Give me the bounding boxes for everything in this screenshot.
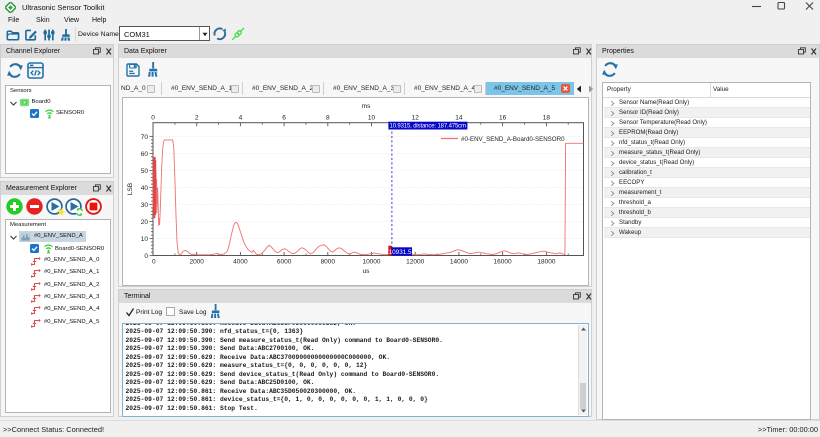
svg-text:12000: 12000 (406, 259, 424, 266)
svg-text:6: 6 (282, 115, 286, 122)
svg-text:18: 18 (543, 115, 551, 122)
svg-text:18000: 18000 (537, 259, 555, 266)
svg-text:ms: ms (362, 103, 371, 110)
svg-text:16: 16 (499, 115, 507, 122)
svg-text:10000: 10000 (362, 259, 380, 266)
svg-text:16000: 16000 (494, 259, 512, 266)
svg-text:4000: 4000 (233, 259, 248, 266)
svg-text:12: 12 (412, 115, 420, 122)
svg-text:10.9315, distance: 187.475cm: 10.9315, distance: 187.475cm (390, 124, 467, 130)
svg-text:us: us (363, 268, 371, 275)
svg-text:14: 14 (455, 115, 463, 122)
svg-text:4: 4 (239, 115, 243, 122)
svg-text:60: 60 (141, 151, 149, 158)
svg-text:8000: 8000 (321, 259, 336, 266)
svg-text:LSB: LSB (127, 183, 134, 195)
svg-text:10: 10 (141, 236, 149, 243)
svg-text:14000: 14000 (450, 259, 468, 266)
svg-text:40: 40 (141, 185, 149, 192)
svg-text:10931.5: 10931.5 (389, 249, 412, 256)
svg-text:70: 70 (141, 134, 149, 141)
svg-text:6000: 6000 (277, 259, 292, 266)
svg-text:30: 30 (141, 202, 149, 209)
svg-text:10: 10 (368, 115, 376, 122)
svg-text:50: 50 (141, 168, 149, 175)
svg-text:0: 0 (152, 259, 156, 266)
svg-text:#0-ENV_SEND_A-Board0-SENSOR0: #0-ENV_SEND_A-Board0-SENSOR0 (461, 136, 565, 143)
svg-text:20: 20 (141, 219, 149, 226)
svg-text:0: 0 (151, 115, 155, 122)
svg-text:8: 8 (326, 115, 330, 122)
svg-text:2: 2 (195, 115, 199, 122)
svg-text:2000: 2000 (189, 259, 204, 266)
svg-text:0: 0 (144, 253, 148, 260)
